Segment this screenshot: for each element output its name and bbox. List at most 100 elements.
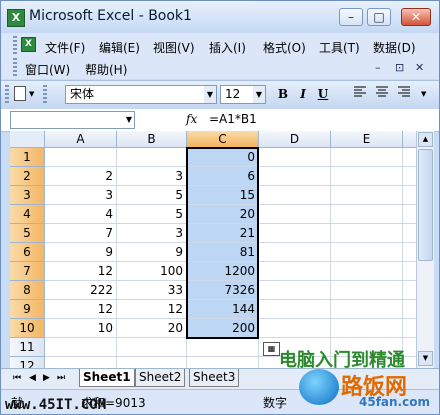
cell-a9[interactable]: 12 (45, 300, 117, 319)
cell-c12[interactable] (187, 357, 259, 368)
cell-c8[interactable]: 7326 (187, 281, 259, 300)
chevron-down-icon[interactable]: ▼ (204, 86, 216, 103)
row-header-12[interactable]: 12 (10, 357, 45, 368)
bold-button[interactable]: B (274, 86, 292, 103)
cell-a2[interactable]: 2 (45, 167, 117, 186)
row-header-3[interactable]: 3 (10, 186, 45, 205)
menu-grip-handle-2[interactable] (13, 58, 17, 76)
cell-a12[interactable] (45, 357, 117, 368)
cell-a7[interactable]: 12 (45, 262, 117, 281)
row-header-6[interactable]: 6 (10, 243, 45, 262)
formula-input[interactable]: =A1*B1 (209, 112, 257, 126)
restore-button[interactable]: □ (367, 8, 391, 26)
cell-c10[interactable]: 200 (187, 319, 259, 338)
cell-c9[interactable]: 144 (187, 300, 259, 319)
underline-button[interactable]: U (314, 86, 332, 103)
cell-d10[interactable] (259, 319, 331, 338)
menu-file[interactable]: 文件(F) (45, 39, 85, 56)
doc-minimize-button[interactable]: – (375, 61, 381, 74)
cell-c6[interactable]: 81 (187, 243, 259, 262)
row-header-5[interactable]: 5 (10, 224, 45, 243)
cell-a5[interactable]: 7 (45, 224, 117, 243)
font-name-combo[interactable]: 宋体 ▼ (65, 85, 217, 104)
insert-function-button[interactable]: fx (186, 112, 197, 126)
cell-c5[interactable]: 21 (187, 224, 259, 243)
cell-b2[interactable]: 3 (117, 167, 187, 186)
scroll-down-arrow-icon[interactable]: ▼ (418, 351, 433, 366)
scroll-thumb[interactable] (418, 149, 433, 261)
auto-fill-options-icon[interactable]: ▦ (263, 342, 280, 356)
menu-edit[interactable]: 编辑(E) (99, 39, 140, 56)
cell-b6[interactable]: 9 (117, 243, 187, 262)
column-header-f[interactable] (403, 131, 416, 148)
row-header-4[interactable]: 4 (10, 205, 45, 224)
cell-f2[interactable] (403, 167, 416, 186)
italic-button[interactable]: I (294, 86, 312, 103)
cell-e9[interactable] (331, 300, 403, 319)
cell-b3[interactable]: 5 (117, 186, 187, 205)
toolbar-options-chevron-icon[interactable]: ▼ (29, 90, 34, 98)
close-button[interactable]: ✕ (401, 8, 431, 26)
last-sheet-icon[interactable]: ⏭ (57, 373, 65, 383)
cell-a11[interactable] (45, 338, 117, 357)
column-header-d[interactable]: D (259, 131, 331, 148)
prev-sheet-icon[interactable]: ◀ (29, 373, 36, 383)
doc-close-button[interactable]: ✕ (415, 61, 424, 74)
next-sheet-icon[interactable]: ▶ (43, 373, 50, 383)
cell-d6[interactable] (259, 243, 331, 262)
cell-d2[interactable] (259, 167, 331, 186)
align-right-button[interactable] (395, 86, 413, 103)
cell-f1[interactable] (403, 148, 416, 167)
cell-b5[interactable]: 3 (117, 224, 187, 243)
cell-e8[interactable] (331, 281, 403, 300)
cell-d3[interactable] (259, 186, 331, 205)
cell-b7[interactable]: 100 (117, 262, 187, 281)
cell-f3[interactable] (403, 186, 416, 205)
cell-a8[interactable]: 222 (45, 281, 117, 300)
cell-d9[interactable] (259, 300, 331, 319)
align-center-button[interactable] (373, 86, 391, 103)
cell-d8[interactable] (259, 281, 331, 300)
workbook-icon[interactable]: X (21, 37, 36, 52)
row-header-11[interactable]: 11 (10, 338, 45, 357)
cell-a1[interactable] (45, 148, 117, 167)
menu-format[interactable]: 格式(O) (263, 39, 306, 56)
scroll-up-arrow-icon[interactable]: ▲ (418, 132, 433, 147)
cell-b9[interactable]: 12 (117, 300, 187, 319)
cell-c11[interactable] (187, 338, 259, 357)
menu-grip-handle[interactable] (13, 36, 17, 54)
toolbar-grip-handle[interactable] (5, 85, 9, 103)
align-left-button[interactable] (351, 86, 369, 103)
cell-e4[interactable] (331, 205, 403, 224)
cell-a6[interactable]: 9 (45, 243, 117, 262)
row-header-7[interactable]: 7 (10, 262, 45, 281)
cell-d1[interactable] (259, 148, 331, 167)
new-document-icon[interactable] (14, 86, 26, 101)
cell-f4[interactable] (403, 205, 416, 224)
cell-e5[interactable] (331, 224, 403, 243)
cell-c7[interactable]: 1200 (187, 262, 259, 281)
cell-f5[interactable] (403, 224, 416, 243)
menu-tools[interactable]: 工具(T) (319, 39, 360, 56)
toolbar-grip-handle-2[interactable] (43, 85, 47, 103)
cell-e10[interactable] (331, 319, 403, 338)
menu-data[interactable]: 数据(D) (373, 39, 416, 56)
toolbar-overflow-chevron-icon[interactable]: ▼ (421, 90, 426, 98)
cell-a4[interactable]: 4 (45, 205, 117, 224)
cell-f6[interactable] (403, 243, 416, 262)
cell-b1[interactable] (117, 148, 187, 167)
cell-b4[interactable]: 5 (117, 205, 187, 224)
menu-help[interactable]: 帮助(H) (85, 61, 127, 78)
cell-c3[interactable]: 15 (187, 186, 259, 205)
cell-b8[interactable]: 33 (117, 281, 187, 300)
cell-d5[interactable] (259, 224, 331, 243)
sheet-tab-2[interactable]: Sheet2 (135, 369, 186, 387)
cell-b10[interactable]: 20 (117, 319, 187, 338)
minimize-button[interactable]: – (339, 8, 363, 26)
menu-insert[interactable]: 插入(I) (209, 39, 246, 56)
cell-e2[interactable] (331, 167, 403, 186)
row-header-2[interactable]: 2 (10, 167, 45, 186)
chevron-down-icon[interactable]: ▼ (126, 112, 132, 128)
row-header-1[interactable]: 1 (10, 148, 45, 167)
row-header-10[interactable]: 10 (10, 319, 45, 338)
